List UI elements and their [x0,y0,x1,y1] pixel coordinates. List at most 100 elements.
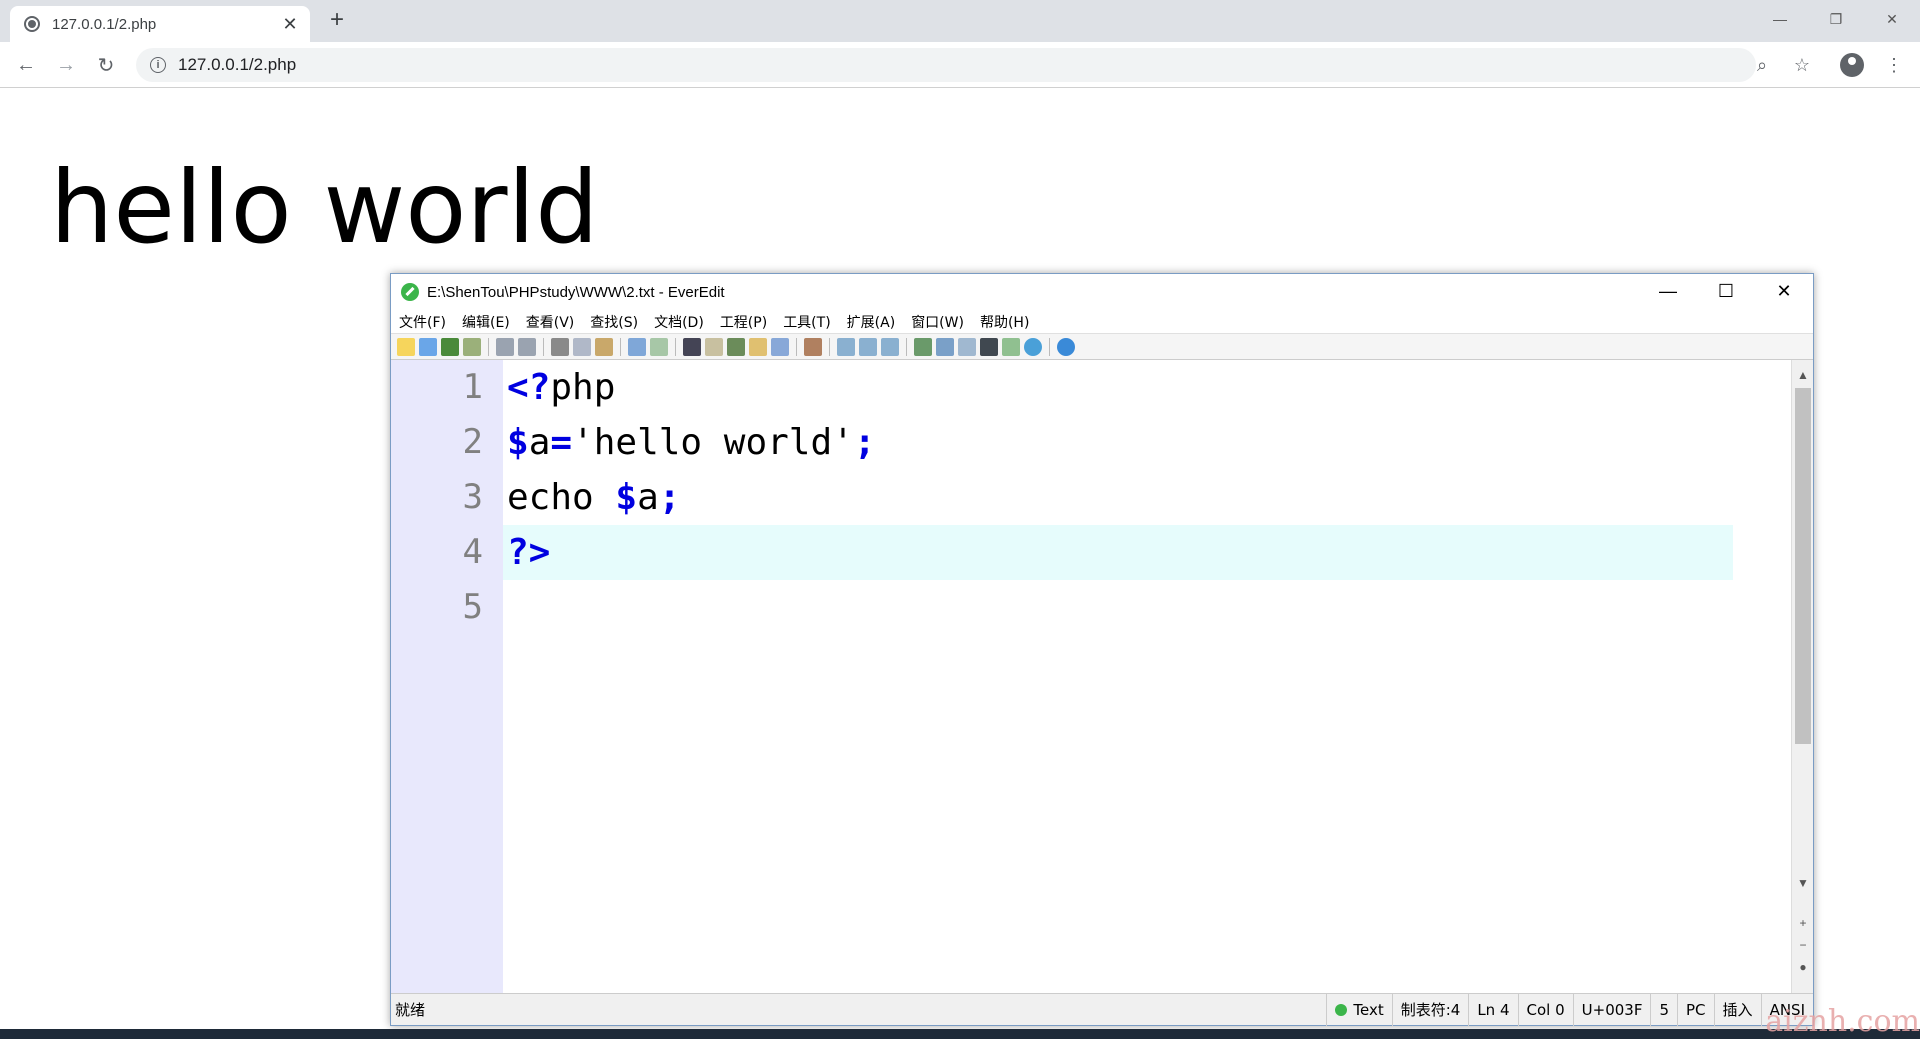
cut-icon[interactable] [551,337,569,356]
code-string: 'hello world' [572,422,854,463]
minimize-icon[interactable]: — [1639,274,1697,308]
save-all-icon[interactable] [463,337,481,356]
close-window-icon[interactable]: ✕ [1864,0,1920,38]
browser-tabstrip: 127.0.0.1/2.php ✕ + — ❐ ✕ [0,0,1920,42]
plus-icon[interactable]: + [322,8,352,34]
star-icon[interactable]: ☆ [1788,51,1816,79]
editor-menubar: 文件(F) 编辑(E) 查看(V) 查找(S) 文档(D) 工程(P) 工具(T… [391,310,1813,334]
zoom-out-icon[interactable]: − [1792,938,1814,952]
editor-window-controls: — ☐ ✕ [1639,274,1813,308]
split-icon[interactable] [958,337,976,356]
restore-icon[interactable]: ❐ [1808,0,1864,38]
code-line[interactable]: echo $a; [503,470,1733,525]
scroll-up-icon[interactable]: ▲ [1792,368,1814,382]
code-token: php [550,367,616,408]
find-icon[interactable] [683,337,701,356]
zoom-reset-icon[interactable]: ● [1792,960,1814,974]
menu-file[interactable]: 文件(F) [399,312,446,332]
menu-tools[interactable]: 工具(T) [783,312,830,332]
vertical-scrollbar[interactable]: ▲ ▼ + − ● [1791,360,1813,993]
status-char-code: U+003F [1572,993,1651,1026]
paste-icon[interactable] [595,337,613,356]
close-icon[interactable]: ✕ [280,14,300,35]
code-token: $ [507,422,529,463]
scrollbar-thumb[interactable] [1795,388,1811,744]
macro-icon[interactable] [881,337,899,356]
copy-icon[interactable] [573,337,591,356]
code-token: a [637,477,659,518]
record-icon[interactable] [837,337,855,356]
line-number: 4 [462,532,483,572]
grid-icon[interactable] [1002,337,1020,356]
status-mode[interactable]: Text [1326,993,1391,1026]
code-token: $ [615,477,638,518]
browser-window-controls: — ❐ ✕ [1752,0,1920,38]
status-insert-mode[interactable]: 插入 [1713,993,1761,1026]
code-line-current[interactable]: ?> [503,525,1733,580]
close-icon[interactable]: ✕ [1755,274,1813,308]
save-icon[interactable] [441,337,459,356]
page-output-text: hello world [50,149,599,266]
code-line[interactable]: <?php [503,360,1733,415]
zoom-icon[interactable]: ⌕ [1748,51,1776,79]
status-tab[interactable]: 制表符:4 [1391,993,1469,1026]
status-mode-label: Text [1353,1000,1384,1019]
taskbar [0,1029,1920,1039]
undo-icon[interactable] [496,337,514,356]
menu-find[interactable]: 查找(S) [590,312,638,332]
help-icon[interactable] [1057,337,1075,356]
wrap-icon[interactable] [628,337,646,356]
back-icon[interactable]: ← [12,51,40,79]
menu-window[interactable]: 窗口(W) [911,312,964,332]
panel-icon[interactable] [936,337,954,356]
console-icon[interactable] [980,337,998,356]
maximize-icon[interactable]: ☐ [1697,274,1755,308]
format-icon[interactable] [650,337,668,356]
open-file-icon[interactable] [419,337,437,356]
status-column: Col 0 [1517,993,1573,1026]
status-line: Ln 4 [1468,993,1517,1026]
info-icon[interactable]: i [150,57,166,73]
menu-edit[interactable]: 编辑(E) [462,312,510,332]
code-area[interactable]: <?php $a='hello world'; echo $a; ?> [503,360,1791,993]
everedit-app-icon [401,283,419,301]
profile-icon[interactable] [1838,51,1866,79]
menu-project[interactable]: 工程(P) [720,312,767,332]
code-line[interactable]: $a='hello world'; [503,415,1733,470]
menu-icon[interactable]: ⋮ [1880,51,1908,79]
goto-icon[interactable] [749,337,767,356]
url-text[interactable]: 127.0.0.1/2.php [178,55,296,75]
address-bar[interactable]: i 127.0.0.1/2.php [136,48,1756,82]
status-eol[interactable]: PC [1677,993,1714,1026]
code-token: ; [658,477,681,518]
minimize-icon[interactable]: — [1752,0,1808,38]
forward-icon[interactable]: → [52,51,80,79]
line-number: 5 [462,587,483,627]
replace-icon[interactable] [705,337,723,356]
browser-preview-icon[interactable] [1024,337,1042,356]
code-line[interactable] [503,580,1733,635]
line-number: 1 [462,367,483,407]
tab-title: 127.0.0.1/2.php [52,15,157,33]
reload-icon[interactable]: ↻ [92,51,120,79]
new-file-icon[interactable] [397,337,415,356]
menu-view[interactable]: 查看(V) [526,312,575,332]
globe-icon [24,16,40,32]
browser-toolbar: ← → ↻ i 127.0.0.1/2.php ⌕ ☆ ⋮ [0,42,1920,88]
menu-document[interactable]: 文档(D) [654,312,704,332]
tree-icon[interactable] [914,337,932,356]
line-number: 2 [462,422,483,462]
redo-icon[interactable] [518,337,536,356]
menu-help[interactable]: 帮助(H) [980,312,1029,332]
column-icon[interactable] [804,337,822,356]
browser-tab[interactable]: 127.0.0.1/2.php ✕ [10,6,310,42]
play-icon[interactable] [859,337,877,356]
line-number-gutter: 1 2 3 4 5 [391,360,503,993]
bookmark-icon[interactable] [771,337,789,356]
php-close-tag: ?> [507,532,551,573]
code-token: echo [507,477,616,518]
zoom-in-icon[interactable]: + [1792,916,1814,930]
scroll-down-icon[interactable]: ▼ [1792,876,1814,890]
find-in-files-icon[interactable] [727,337,745,356]
menu-extend[interactable]: 扩展(A) [847,312,896,332]
